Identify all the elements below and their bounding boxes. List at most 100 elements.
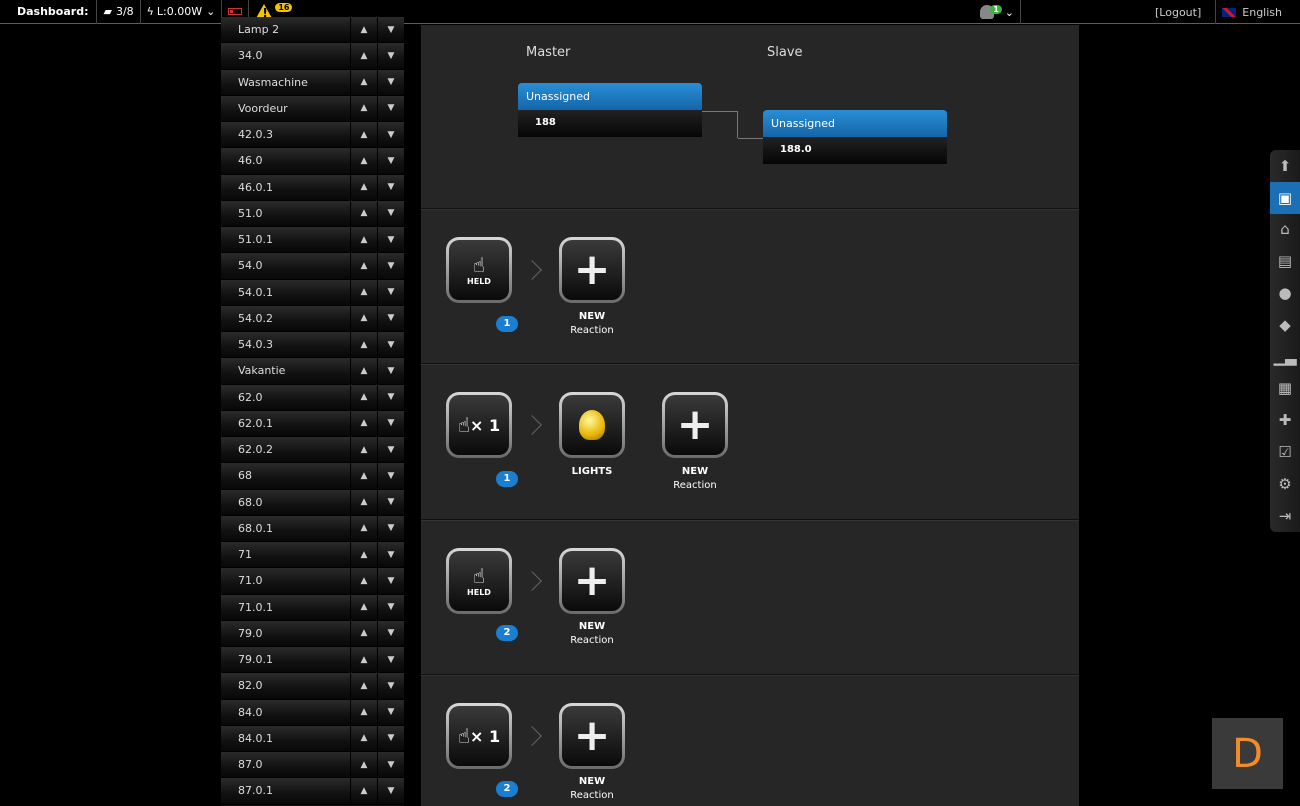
move-up-icon[interactable]: ▲ bbox=[350, 568, 377, 594]
move-up-icon[interactable]: ▲ bbox=[350, 542, 377, 568]
new-reaction-button[interactable]: + bbox=[662, 392, 728, 458]
list-item[interactable]: 79.0 ▲ ▼ bbox=[221, 620, 404, 647]
list-item[interactable]: 54.0.1 ▲ ▼ bbox=[221, 279, 404, 306]
move-down-icon[interactable]: ▼ bbox=[377, 752, 404, 778]
list-item[interactable]: Vakantie ▲ ▼ bbox=[221, 358, 404, 385]
move-up-icon[interactable]: ▲ bbox=[350, 69, 377, 95]
move-down-icon[interactable]: ▼ bbox=[377, 174, 404, 200]
list-item[interactable]: 54.0.3 ▲ ▼ bbox=[221, 332, 404, 359]
list-item[interactable]: 87.0.1 ▲ ▼ bbox=[221, 778, 404, 805]
move-down-icon[interactable]: ▼ bbox=[377, 620, 404, 646]
move-up-icon[interactable]: ▲ bbox=[350, 253, 377, 279]
upload-icon[interactable]: ⬆ bbox=[1270, 150, 1300, 182]
move-down-icon[interactable]: ▼ bbox=[377, 358, 404, 384]
list-item[interactable]: Lamp 2 ▲ ▼ bbox=[221, 17, 404, 44]
move-down-icon[interactable]: ▼ bbox=[377, 200, 404, 226]
move-down-icon[interactable]: ▼ bbox=[377, 279, 404, 305]
move-down-icon[interactable]: ▼ bbox=[377, 410, 404, 436]
list-item[interactable]: 62.0 ▲ ▼ bbox=[221, 384, 404, 411]
move-down-icon[interactable]: ▼ bbox=[377, 542, 404, 568]
save-icon[interactable]: ▣ bbox=[1270, 181, 1300, 214]
lights-reaction-button[interactable] bbox=[559, 392, 625, 458]
list-item[interactable]: 54.0.2 ▲ ▼ bbox=[221, 305, 404, 332]
move-down-icon[interactable]: ▼ bbox=[377, 699, 404, 725]
move-up-icon[interactable]: ▲ bbox=[350, 358, 377, 384]
list-item[interactable]: Voordeur ▲ ▼ bbox=[221, 95, 404, 122]
move-up-icon[interactable]: ▲ bbox=[350, 227, 377, 253]
move-up-icon[interactable]: ▲ bbox=[350, 620, 377, 646]
move-up-icon[interactable]: ▲ bbox=[350, 43, 377, 69]
move-down-icon[interactable]: ▼ bbox=[377, 463, 404, 489]
trigger-held-button[interactable]: ☝ HELD bbox=[446, 237, 512, 303]
move-up-icon[interactable]: ▲ bbox=[350, 332, 377, 358]
move-down-icon[interactable]: ▼ bbox=[377, 332, 404, 358]
move-up-icon[interactable]: ▲ bbox=[350, 17, 377, 43]
move-up-icon[interactable]: ▲ bbox=[350, 515, 377, 541]
plugin-icon[interactable]: ✚ bbox=[1270, 404, 1300, 436]
list-item[interactable]: 87.0 ▲ ▼ bbox=[221, 752, 404, 779]
tag-icon[interactable]: ◆ bbox=[1270, 309, 1300, 341]
list-item[interactable]: 71.0.1 ▲ ▼ bbox=[221, 594, 404, 621]
move-up-icon[interactable]: ▲ bbox=[350, 673, 377, 699]
list-item[interactable]: 62.0.1 ▲ ▼ bbox=[221, 410, 404, 437]
move-down-icon[interactable]: ▼ bbox=[377, 437, 404, 463]
move-down-icon[interactable]: ▼ bbox=[377, 673, 404, 699]
move-up-icon[interactable]: ▲ bbox=[350, 725, 377, 751]
device-count[interactable]: ▰ 3/8 bbox=[97, 0, 141, 24]
list-item[interactable]: 71 ▲ ▼ bbox=[221, 542, 404, 569]
trigger-single-press-button[interactable]: ☝ × 1 bbox=[446, 703, 512, 769]
chart-icon[interactable]: ▁▃ bbox=[1270, 341, 1300, 373]
power-dropdown[interactable]: ϟ L:0.00W ⌄ bbox=[141, 0, 223, 24]
move-up-icon[interactable]: ▲ bbox=[350, 122, 377, 148]
move-down-icon[interactable]: ▼ bbox=[377, 122, 404, 148]
list-item[interactable]: 42.0.3 ▲ ▼ bbox=[221, 122, 404, 149]
list-item[interactable]: 84.0.1 ▲ ▼ bbox=[221, 725, 404, 752]
home-icon[interactable]: ⌂ bbox=[1270, 214, 1300, 246]
user-menu[interactable]: 1 ⌄ bbox=[974, 0, 1022, 24]
list-item[interactable]: 68.0.1 ▲ ▼ bbox=[221, 515, 404, 542]
move-down-icon[interactable]: ▼ bbox=[377, 148, 404, 174]
move-up-icon[interactable]: ▲ bbox=[350, 410, 377, 436]
move-down-icon[interactable]: ▼ bbox=[377, 253, 404, 279]
slave-node[interactable]: Unassigned 188.0 bbox=[763, 110, 947, 164]
list-item[interactable]: 79.0.1 ▲ ▼ bbox=[221, 647, 404, 674]
move-down-icon[interactable]: ▼ bbox=[377, 647, 404, 673]
move-down-icon[interactable]: ▼ bbox=[377, 17, 404, 43]
list-item[interactable]: 46.0 ▲ ▼ bbox=[221, 148, 404, 175]
move-up-icon[interactable]: ▲ bbox=[350, 463, 377, 489]
devices-icon[interactable]: ▤ bbox=[1270, 245, 1300, 277]
schedule-icon[interactable]: ☑ bbox=[1270, 436, 1300, 468]
move-down-icon[interactable]: ▼ bbox=[377, 568, 404, 594]
move-up-icon[interactable]: ▲ bbox=[350, 200, 377, 226]
move-up-icon[interactable]: ▲ bbox=[350, 384, 377, 410]
move-up-icon[interactable]: ▲ bbox=[350, 489, 377, 515]
settings-icon[interactable]: ⚙ bbox=[1270, 468, 1300, 500]
move-up-icon[interactable]: ▲ bbox=[350, 437, 377, 463]
language-selector[interactable]: English bbox=[1216, 0, 1300, 24]
list-item[interactable]: 71.0 ▲ ▼ bbox=[221, 568, 404, 595]
move-up-icon[interactable]: ▲ bbox=[350, 95, 377, 121]
new-reaction-button[interactable]: + bbox=[559, 703, 625, 769]
logout-link[interactable]: [Logout] bbox=[1141, 0, 1217, 24]
move-down-icon[interactable]: ▼ bbox=[377, 69, 404, 95]
list-item[interactable]: 46.0.1 ▲ ▼ bbox=[221, 174, 404, 201]
move-down-icon[interactable]: ▼ bbox=[377, 305, 404, 331]
move-up-icon[interactable]: ▲ bbox=[350, 174, 377, 200]
list-item[interactable]: 62.0.2 ▲ ▼ bbox=[221, 437, 404, 464]
list-item[interactable]: 54.0 ▲ ▼ bbox=[221, 253, 404, 280]
list-item[interactable]: 82.0 ▲ ▼ bbox=[221, 673, 404, 700]
location-icon[interactable]: ● bbox=[1270, 277, 1300, 309]
move-down-icon[interactable]: ▼ bbox=[377, 515, 404, 541]
exit-icon[interactable]: ⇥ bbox=[1270, 500, 1300, 532]
master-node[interactable]: Unassigned 188 bbox=[518, 83, 702, 137]
move-down-icon[interactable]: ▼ bbox=[377, 95, 404, 121]
move-down-icon[interactable]: ▼ bbox=[377, 725, 404, 751]
move-down-icon[interactable]: ▼ bbox=[377, 778, 404, 804]
move-up-icon[interactable]: ▲ bbox=[350, 594, 377, 620]
move-down-icon[interactable]: ▼ bbox=[377, 227, 404, 253]
move-up-icon[interactable]: ▲ bbox=[350, 279, 377, 305]
move-up-icon[interactable]: ▲ bbox=[350, 699, 377, 725]
move-up-icon[interactable]: ▲ bbox=[350, 148, 377, 174]
list-item[interactable]: 68.0 ▲ ▼ bbox=[221, 489, 404, 516]
list-item[interactable]: 51.0 ▲ ▼ bbox=[221, 200, 404, 227]
